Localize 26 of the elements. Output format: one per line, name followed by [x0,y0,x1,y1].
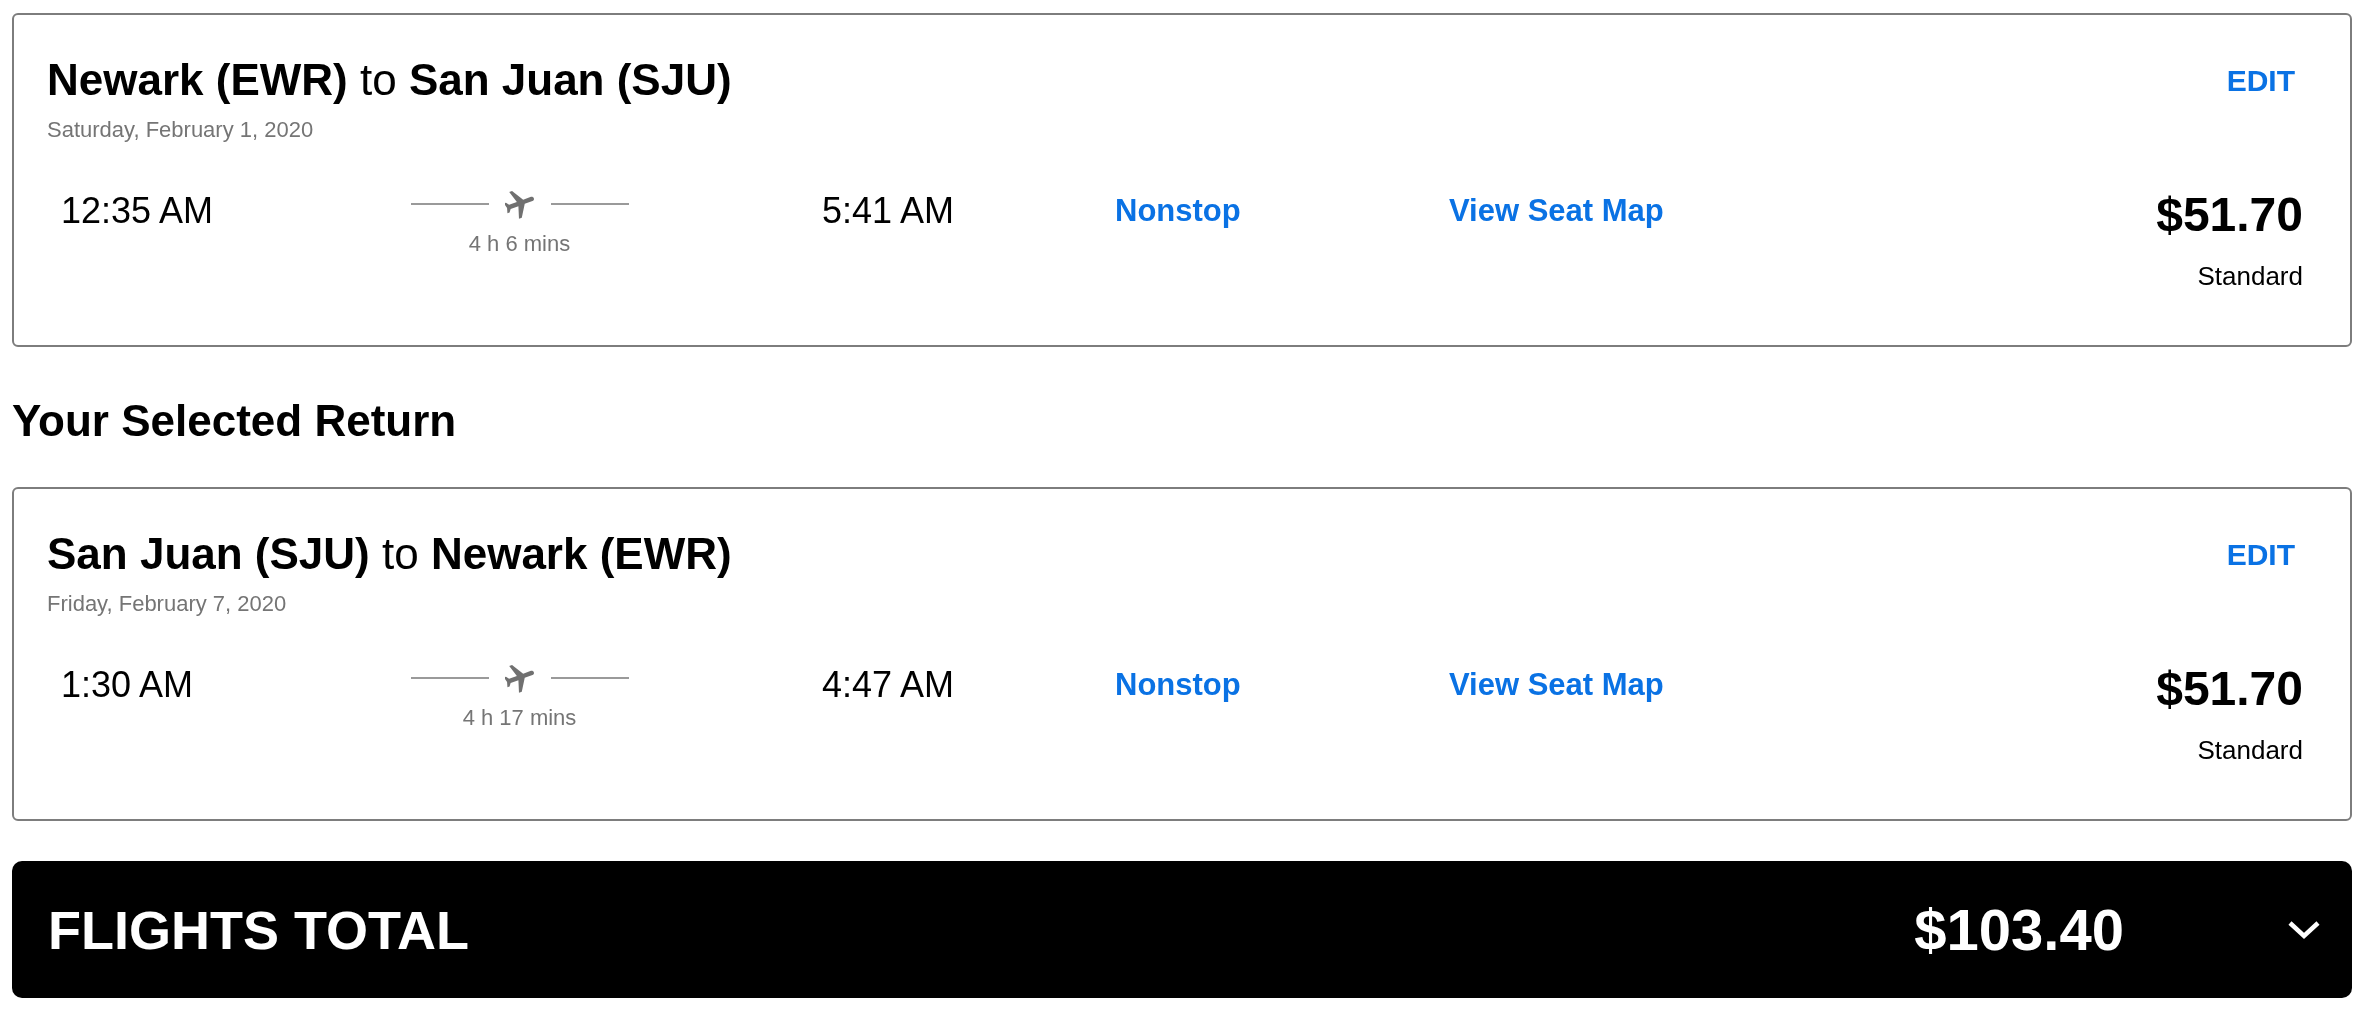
arrival-time: 4:47 AM [822,664,955,705]
edit-link[interactable]: EDIT [2226,537,2295,573]
arrival-time: 5:41 AM [822,190,955,231]
plane-icon [504,189,535,219]
fare-price: $51.70 [2156,663,2303,715]
seat-map-link[interactable]: View Seat Map [1449,667,1664,702]
nonstop-link[interactable]: Nonstop [1115,667,1241,702]
seat-map-link[interactable]: View Seat Map [1449,193,1664,228]
flight-date: Saturday, February 1, 2020 [47,116,314,144]
fare-class: Standard [2197,260,2303,292]
total-label: FLIGHTS TOTAL [48,899,469,960]
departure-time: 1:30 AM [61,664,194,705]
fare-price: $51.70 [2156,189,2303,241]
nonstop-link[interactable]: Nonstop [1115,193,1241,228]
edit-link[interactable]: EDIT [2226,63,2295,99]
chevron-icon[interactable] [2287,919,2321,940]
section-heading: Your Selected Return [12,395,457,447]
flight-duration: 4 h 17 mins [462,704,577,732]
total-amount: $103.40 [1914,897,2124,962]
route-title: San Juan (SJU) to Newark (EWR) [47,528,732,580]
plane-icon [504,663,535,693]
departure-time: 12:35 AM [61,190,214,231]
route-title: Newark (EWR) to San Juan (SJU) [47,54,732,106]
fare-class: Standard [2197,734,2303,766]
flight-date: Friday, February 7, 2020 [47,590,287,618]
flight-duration: 4 h 6 mins [468,230,571,258]
